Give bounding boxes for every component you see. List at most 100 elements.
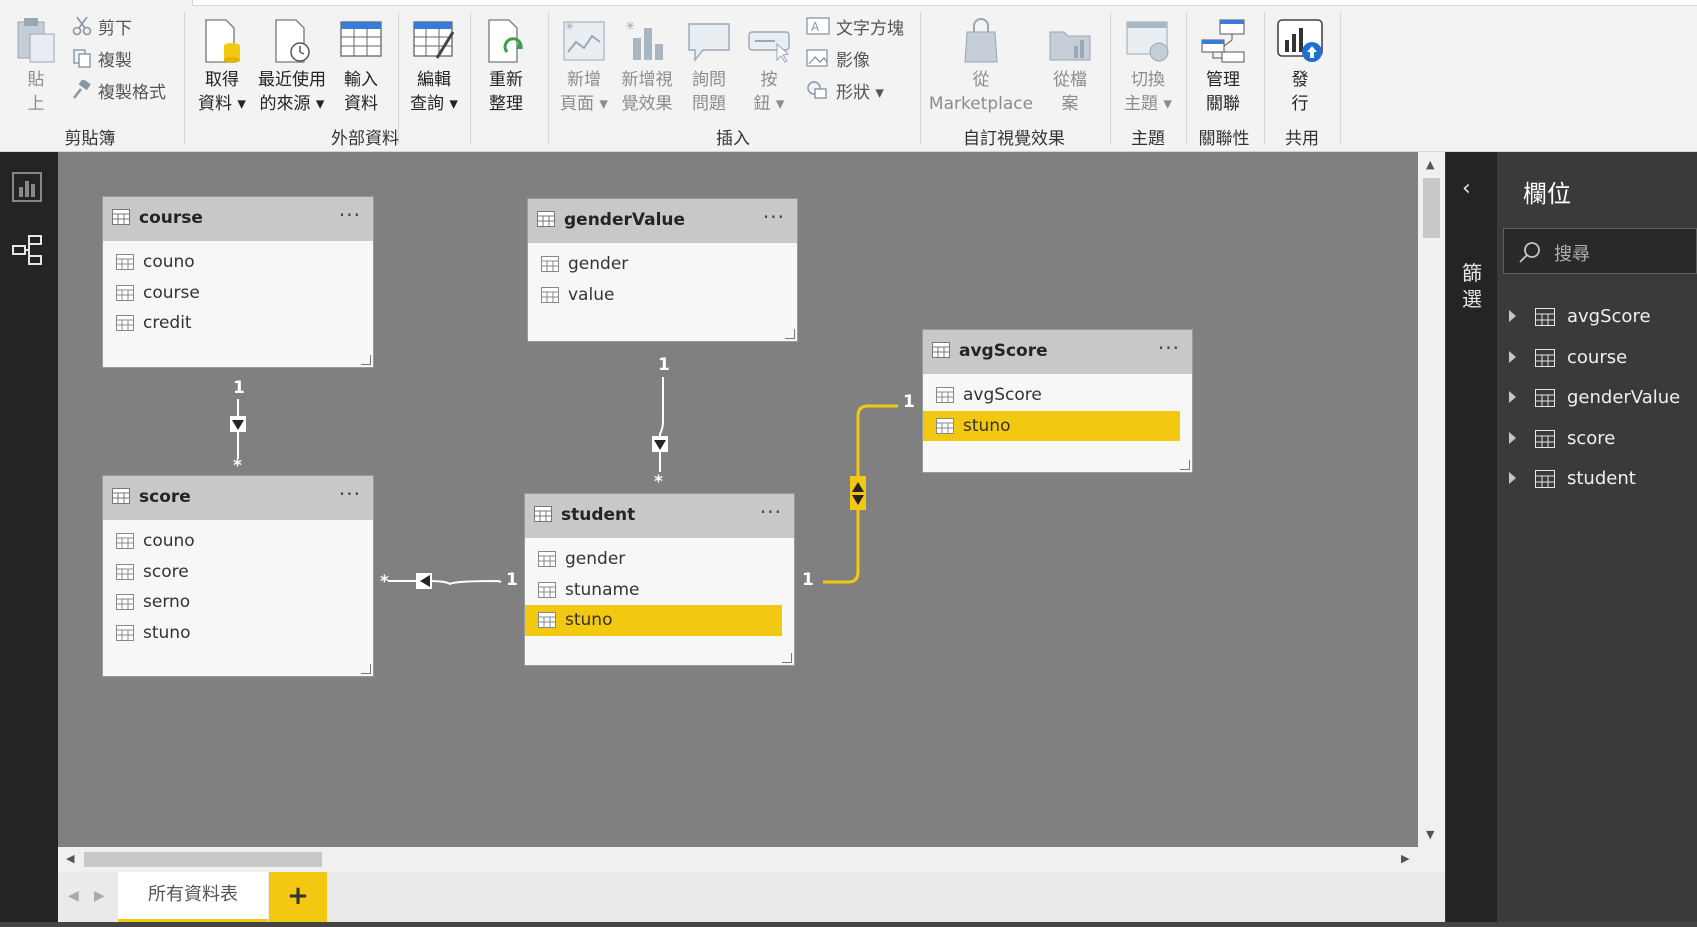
add-tab-button[interactable]: + — [269, 872, 327, 922]
resize-handle[interactable] — [785, 329, 795, 339]
table-header[interactable]: score ··· — [103, 476, 373, 520]
refresh-icon — [488, 19, 523, 63]
report-view-icon[interactable] — [12, 172, 42, 202]
resize-handle[interactable] — [782, 653, 792, 663]
fields-search-input[interactable]: 搜尋 — [1503, 228, 1697, 274]
expand-caret-icon[interactable] — [1509, 310, 1516, 322]
fields-list-item[interactable]: genderValue — [1509, 384, 1697, 414]
field-row[interactable]: stuno — [103, 618, 373, 649]
more-options-icon[interactable]: ··· — [339, 203, 361, 227]
publish-button[interactable]: 發 行 — [1272, 18, 1328, 116]
recent-sources-button[interactable]: 最近使用 的來源 ▾ — [254, 18, 330, 116]
field-row[interactable]: course — [103, 278, 373, 309]
fields-list-item[interactable]: avgScore — [1509, 303, 1697, 333]
group-label-relationships: 關聯性 — [1198, 129, 1250, 149]
format-painter-button[interactable]: 複製格式 — [72, 78, 166, 106]
refresh-button[interactable]: 重新 整理 — [478, 18, 534, 116]
manage-relationships-button[interactable]: 管理 關聯 — [1194, 18, 1252, 116]
table-header[interactable]: course ··· — [103, 197, 373, 241]
relation-line-student-score[interactable] — [388, 579, 502, 586]
enter-data-button[interactable]: 輸入 資料 — [336, 18, 386, 116]
field-row[interactable]: gender — [528, 249, 797, 280]
field-row[interactable]: score — [103, 557, 373, 588]
switch-theme-button[interactable]: 切換 主題 ▾ — [1118, 18, 1178, 116]
field-row[interactable]: serno — [103, 587, 373, 618]
from-marketplace-button[interactable]: 從 Marketplace — [926, 18, 1036, 116]
vertical-scrollbar[interactable]: ▲ ▼ — [1418, 152, 1445, 847]
field-row[interactable]: value — [528, 280, 797, 311]
tab-next-icon[interactable]: ▶ — [94, 888, 105, 904]
field-row-highlighted[interactable]: stuno — [525, 605, 782, 636]
scroll-up-arrow-icon[interactable]: ▲ — [1426, 158, 1434, 171]
field-row[interactable]: credit — [103, 308, 373, 339]
more-options-icon[interactable]: ··· — [763, 205, 785, 229]
from-file-label-2: 案 — [1061, 94, 1079, 114]
table-icon — [1535, 470, 1555, 488]
filters-collapsed-pane[interactable]: ‹ 篩選 — [1445, 152, 1497, 922]
model-canvas[interactable]: 1 * 1 * 1 * 1 1 course ··· couno course … — [58, 152, 1418, 847]
scissors-icon — [72, 16, 92, 42]
field-row-highlighted[interactable]: stuno — [923, 410, 1180, 441]
expand-caret-icon[interactable] — [1509, 472, 1516, 484]
more-options-icon[interactable]: ··· — [1158, 336, 1180, 360]
paste-button[interactable]: 貼 上 — [14, 18, 58, 116]
fields-list-item[interactable]: student — [1509, 465, 1697, 495]
switch-theme-label-1: 切換 — [1131, 70, 1165, 90]
copy-button[interactable]: 複製 — [72, 48, 132, 74]
ask-question-label-1: 詢問 — [692, 70, 726, 90]
fields-list-item[interactable]: course — [1509, 344, 1697, 374]
more-options-icon[interactable]: ··· — [760, 500, 782, 524]
field-row[interactable]: avgScore — [923, 380, 1192, 411]
textbox-button[interactable]: A 文字方塊 — [806, 16, 904, 42]
edit-queries-label-2: 查詢 ▾ — [410, 94, 458, 114]
buttons-button[interactable]: 按 鈕 ▾ — [744, 18, 794, 116]
model-view-icon[interactable] — [12, 234, 44, 266]
resize-handle[interactable] — [361, 355, 371, 365]
shapes-button[interactable]: 形狀 ▾ — [806, 80, 884, 106]
field-row[interactable]: couno — [103, 526, 373, 557]
resize-handle[interactable] — [361, 664, 371, 674]
scroll-thumb[interactable] — [1423, 178, 1440, 238]
table-card-avgscore[interactable]: avgScore ··· avgScore stuno — [922, 329, 1193, 473]
fields-list-item[interactable]: score — [1509, 425, 1697, 455]
new-visual-button[interactable]: ✳ 新增視 覺效果 — [614, 18, 680, 116]
enter-data-label-2: 資料 — [344, 94, 378, 114]
more-options-icon[interactable]: ··· — [339, 482, 361, 506]
chevron-left-icon[interactable]: ‹ — [1462, 176, 1471, 201]
resize-handle[interactable] — [1180, 460, 1190, 470]
horizontal-scrollbar[interactable]: ◀ ▶ — [58, 847, 1445, 872]
scroll-thumb[interactable] — [84, 852, 322, 867]
edit-queries-button[interactable]: 編輯 查詢 ▾ — [406, 18, 462, 116]
table-card-gendervalue[interactable]: genderValue ··· gender value — [527, 198, 798, 342]
field-row[interactable]: couno — [103, 247, 373, 278]
scroll-left-arrow-icon[interactable]: ◀ — [66, 852, 74, 865]
expand-caret-icon[interactable] — [1509, 391, 1516, 403]
scroll-right-arrow-icon[interactable]: ▶ — [1401, 852, 1409, 865]
cut-button[interactable]: 剪下 — [72, 16, 132, 42]
group-label-themes: 主題 — [1131, 129, 1165, 149]
tab-prev-icon[interactable]: ◀ — [68, 888, 79, 904]
expand-caret-icon[interactable] — [1509, 351, 1516, 363]
group-separator — [184, 12, 185, 144]
group-separator — [548, 12, 549, 144]
table-header[interactable]: student ··· — [525, 494, 794, 538]
from-file-button[interactable]: 從檔 案 — [1044, 18, 1096, 116]
scroll-down-arrow-icon[interactable]: ▼ — [1426, 828, 1434, 841]
table-card-score[interactable]: score ··· couno score serno stuno — [102, 475, 374, 677]
field-row[interactable]: gender — [525, 544, 794, 575]
ask-question-button[interactable]: 詢問 問題 — [682, 18, 736, 116]
field-row[interactable]: stuname — [525, 575, 794, 606]
table-card-course[interactable]: course ··· couno course credit — [102, 196, 374, 368]
table-name: student — [561, 505, 636, 525]
table-header[interactable]: genderValue ··· — [528, 199, 797, 243]
relation-line-gender-student[interactable] — [659, 377, 664, 472]
table-header[interactable]: avgScore ··· — [923, 330, 1192, 374]
new-page-button[interactable]: ✳ 新增 頁面 ▾ — [556, 18, 612, 116]
fields-item-label: course — [1567, 347, 1628, 368]
table-card-student[interactable]: student ··· gender stuname stuno — [524, 493, 795, 666]
get-data-button[interactable]: 取得 資料 ▾ — [192, 18, 252, 116]
field-name: couno — [143, 252, 195, 272]
image-button[interactable]: 影像 — [806, 48, 870, 74]
tab-all-tables[interactable]: 所有資料表 — [118, 872, 268, 922]
expand-caret-icon[interactable] — [1509, 432, 1516, 444]
